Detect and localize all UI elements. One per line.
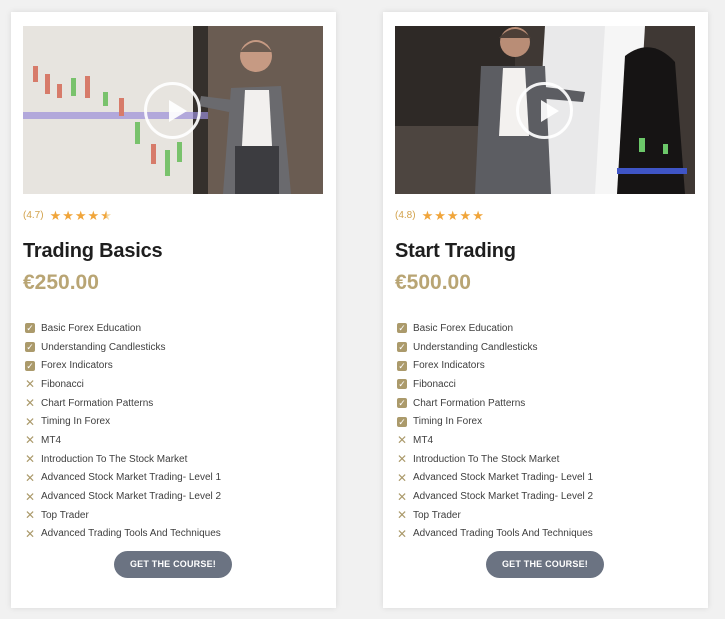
check-icon: ✓ — [397, 416, 407, 427]
x-icon: ✕ — [397, 489, 408, 504]
feature-item: ✕ Top Trader — [397, 508, 461, 523]
feature-item: ✓ Forex Indicators — [397, 360, 485, 372]
feature-item: ✕ Introduction To The Stock Market — [397, 452, 560, 467]
feature-item: ✓ Basic Forex Education — [397, 322, 514, 334]
feature-item: ✓ Timing In Forex — [397, 416, 483, 428]
x-icon: ✕ — [25, 489, 36, 504]
x-icon: ✕ — [397, 470, 408, 485]
feature-list: ✓ Basic Forex Education ✓ Understanding Ca… — [397, 319, 593, 543]
star-icon: ★ — [472, 207, 484, 223]
course-title: Trading Basics — [23, 240, 163, 262]
x-icon: ✕ — [25, 508, 36, 523]
check-icon: ✓ — [397, 342, 407, 353]
check-icon: ✓ — [397, 323, 407, 334]
x-icon: ✕ — [25, 452, 36, 467]
feature-item: ✕ Fibonacci — [25, 377, 84, 392]
feature-item: ✕ MT4 — [397, 433, 433, 448]
feature-item: ✕ Top Trader — [25, 508, 89, 523]
course-price: €500.00 — [395, 271, 471, 294]
check-icon: ✓ — [397, 379, 407, 390]
star-icon: ★ — [446, 207, 459, 223]
feature-item: ✕ MT4 — [25, 433, 61, 448]
check-icon: ✓ — [25, 360, 35, 371]
feature-item: ✕ Advanced Stock Market Trading- Level 1 — [397, 470, 594, 485]
star-icon: ★ — [434, 207, 446, 223]
star-icon: ★ — [421, 207, 434, 223]
x-icon: ✕ — [25, 470, 36, 485]
check-icon: ✓ — [397, 360, 407, 371]
star-icon: ★ — [49, 207, 62, 223]
course-price: €250.00 — [23, 271, 99, 294]
get-course-button[interactable]: GET THE COURSE! — [114, 551, 232, 578]
check-icon: ✓ — [25, 323, 35, 334]
check-icon: ✓ — [397, 398, 407, 409]
feature-item: ✕ Introduction To The Stock Market — [25, 452, 188, 467]
check-icon: ✓ — [25, 342, 35, 353]
course-card-trading-basics: (4.7) ★ ★ ★ ★ ★ Trading Basics €250.00 ✓… — [11, 12, 336, 608]
rating: (4.7) ★ ★ ★ ★ ★ — [23, 208, 113, 222]
feature-item: ✓ Fibonacci — [397, 378, 456, 390]
star-icon: ★ — [459, 207, 472, 223]
feature-item: ✕ Advanced Stock Market Trading- Level 2 — [397, 489, 594, 504]
x-icon: ✕ — [25, 377, 36, 392]
x-icon: ✕ — [25, 433, 36, 448]
x-icon: ✕ — [397, 452, 408, 467]
feature-item: ✕ Advanced Stock Market Trading- Level 2 — [25, 489, 222, 504]
feature-list: ✓ Basic Forex Education ✓ Understanding Ca… — [25, 319, 221, 543]
course-title: Start Trading — [395, 240, 516, 262]
feature-item: ✓ Forex Indicators — [25, 360, 113, 372]
feature-item: ✕ Advanced Stock Market Trading- Level 1 — [25, 470, 222, 485]
x-icon: ✕ — [25, 414, 36, 429]
feature-item: ✕ Timing In Forex — [25, 414, 111, 429]
play-icon[interactable] — [144, 82, 201, 139]
feature-item: ✕ Advanced Trading Tools And Techniques — [397, 526, 593, 541]
x-icon: ✕ — [397, 433, 408, 448]
x-icon: ✕ — [25, 396, 36, 411]
play-icon[interactable] — [516, 82, 573, 139]
star-icon: ★ — [74, 207, 87, 223]
feature-item: ✓ Basic Forex Education — [25, 322, 142, 334]
rating: (4.8) ★ ★ ★ ★ ★ — [395, 208, 485, 222]
course-card-start-trading: (4.8) ★ ★ ★ ★ ★ Start Trading €500.00 ✓ B… — [383, 12, 708, 608]
star-icon: ★ — [87, 207, 100, 223]
x-icon: ✕ — [397, 508, 408, 523]
rating-value: (4.7) — [23, 209, 44, 221]
x-icon: ✕ — [25, 526, 36, 541]
feature-item: ✓ Understanding Candlesticks — [397, 341, 538, 353]
feature-item: ✓ Chart Formation Patterns — [397, 397, 526, 409]
rating-value: (4.8) — [395, 209, 416, 221]
video-thumbnail[interactable] — [395, 26, 695, 194]
star-icon: ★ — [62, 207, 74, 223]
video-thumbnail[interactable] — [23, 26, 323, 194]
get-course-button[interactable]: GET THE COURSE! — [486, 551, 604, 578]
x-icon: ✕ — [397, 526, 408, 541]
feature-item: ✓ Understanding Candlesticks — [25, 341, 166, 353]
star-half-icon: ★ — [100, 207, 112, 223]
feature-item: ✕ Chart Formation Patterns — [25, 396, 154, 411]
feature-item: ✕ Advanced Trading Tools And Techniques — [25, 526, 221, 541]
